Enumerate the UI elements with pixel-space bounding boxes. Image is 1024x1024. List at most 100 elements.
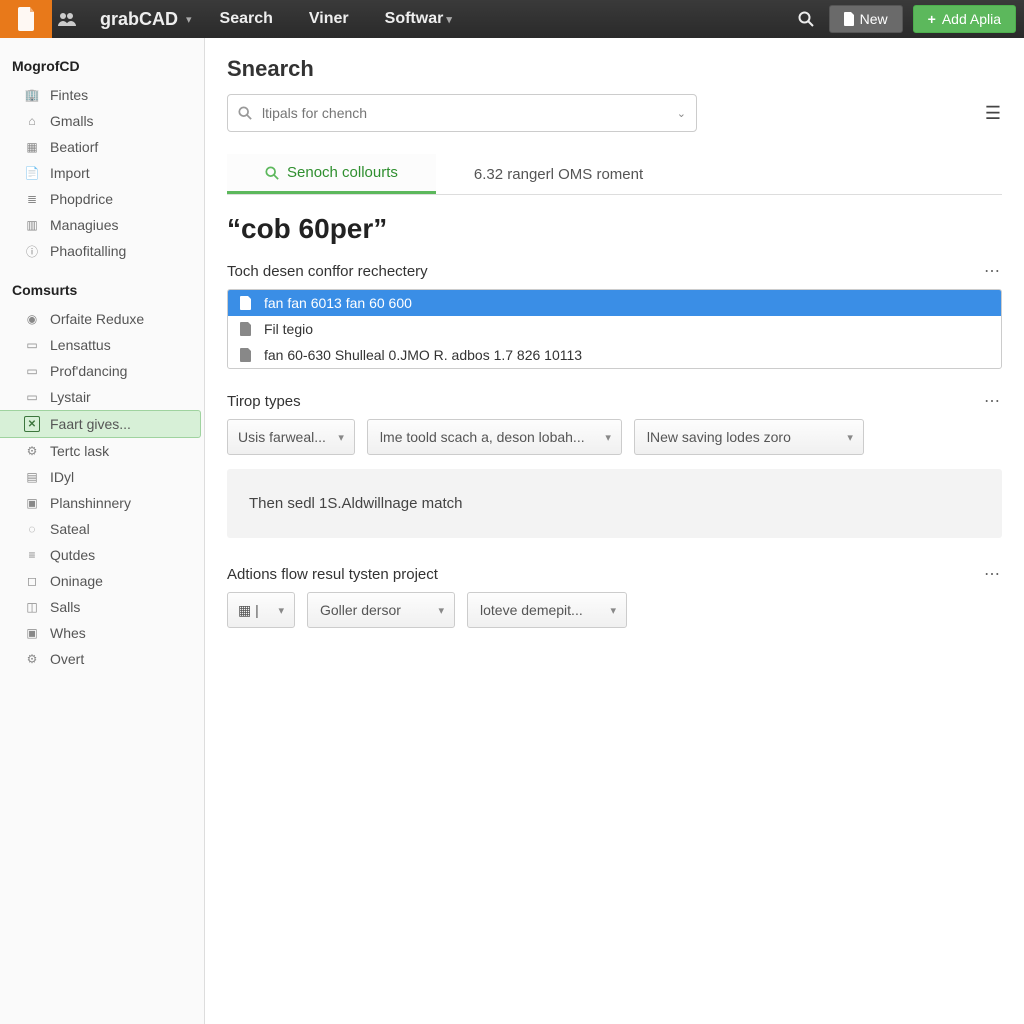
new-button[interactable]: New xyxy=(829,5,903,33)
sidebar-item-label: Lensattus xyxy=(50,337,111,353)
sidebar-item-label: Salls xyxy=(50,599,80,615)
sidebar-item[interactable]: ≣Phopdrice xyxy=(0,186,204,212)
sidebar: MogrofCD 🏢Fintes⌂Gmalls▦Beatiorf📄Import≣… xyxy=(0,38,205,1024)
building-icon: 🏢 xyxy=(24,87,40,103)
doc-icon: ▤ xyxy=(24,469,40,485)
sidebar-item-label: Orfaite Reduxe xyxy=(50,311,144,327)
sidebar-item[interactable]: ▤ IDyl xyxy=(0,464,204,490)
page-title: Snearch xyxy=(227,56,1002,82)
nav-search[interactable]: Search xyxy=(220,10,273,28)
sidebar-item[interactable]: ✕Faart gives... xyxy=(0,410,201,438)
search-icon[interactable] xyxy=(789,5,823,33)
sidebar-item[interactable]: ▥ Managiues xyxy=(0,212,204,238)
sidebar-item[interactable]: ▭ Lystair xyxy=(0,384,204,410)
sidebar-item[interactable]: 📄 Import xyxy=(0,160,204,186)
sidebar-item[interactable]: ⚙ Tertc lask xyxy=(0,438,204,464)
view-toggle[interactable]: ▦ | xyxy=(227,592,295,628)
topbar: grabCAD ▾ Search Viner Softwar New + Add… xyxy=(0,0,1024,38)
logo-icon xyxy=(16,7,36,31)
filter-select[interactable]: lNew saving lodes zoro xyxy=(634,419,864,455)
filter-select[interactable]: lme toold scach a, deson lobah... xyxy=(367,419,622,455)
app-logo[interactable] xyxy=(0,0,52,38)
more-icon[interactable]: ⋯ xyxy=(984,564,1002,584)
tabs: Senoch collourts 6.32 rangerl OMS roment xyxy=(227,154,1002,195)
section-title: Adtions flow resul tysten project xyxy=(227,566,438,583)
tab-secondary[interactable]: 6.32 rangerl OMS roment xyxy=(436,154,681,194)
sidebar-item-label: Planshinnery xyxy=(50,495,131,511)
filter-row-1: Usis farweal... lme toold scach a, deson… xyxy=(227,419,1002,455)
content-area: Snearch ⌄ ☰ Senoch collourts 6.32 ranger… xyxy=(205,38,1024,1024)
sidebar-item[interactable]: ◉Orfaite Reduxe xyxy=(0,306,204,332)
tab-search-results[interactable]: Senoch collourts xyxy=(227,154,436,194)
list-icon: ≡ xyxy=(24,547,40,563)
info-icon: ⓘ xyxy=(24,243,40,259)
tab-label: Senoch collourts xyxy=(287,164,398,181)
sidebar-item[interactable]: ▭ Lensattus xyxy=(0,332,204,358)
search-box[interactable]: ⌄ xyxy=(227,94,697,132)
result-row[interactable]: Fil tegio xyxy=(228,316,1001,342)
section-title: Tirop types xyxy=(227,393,301,410)
result-label: fan 60-630 Shulleal 0.JMO R. adbos 1.7 8… xyxy=(264,347,582,363)
home-icon: ⌂ xyxy=(24,113,40,129)
sidebar-item[interactable]: ▭Prof'dancing xyxy=(0,358,204,384)
file-icon xyxy=(240,296,254,310)
sidebar-heading-2: Comsurts xyxy=(0,276,204,306)
add-button-label: Add Aplia xyxy=(942,11,1001,27)
brand-name[interactable]: grabCAD xyxy=(100,9,178,30)
sidebar-item-label: IDyl xyxy=(50,469,74,485)
sidebar-item-label: Whes xyxy=(50,625,86,641)
filter-select[interactable]: Usis farweal... xyxy=(227,419,355,455)
sidebar-item-label: Lystair xyxy=(50,389,91,405)
search-icon xyxy=(238,106,252,120)
search-icon xyxy=(265,166,279,180)
sidebar-item[interactable]: ▣ Planshinnery xyxy=(0,490,204,516)
column-icon: ▥ xyxy=(24,217,40,233)
briefcase-icon: ▣ xyxy=(24,625,40,641)
bulb-icon: ◌ xyxy=(24,521,40,537)
sidebar-item-label: Phaofitalling xyxy=(50,243,126,259)
hamburger-icon[interactable]: ☰ xyxy=(985,103,1002,124)
sidebar-item[interactable]: ≡Qutdes xyxy=(0,542,204,568)
filter-select[interactable]: Goller dersor xyxy=(307,592,455,628)
sidebar-item[interactable]: ▣ Whes xyxy=(0,620,204,646)
sidebar-item[interactable]: ◌ Sateal xyxy=(0,516,204,542)
sidebar-item[interactable]: ⓘ Phaofitalling xyxy=(0,238,204,264)
result-list: fan fan 6013 fan 60 600Fil tegio fan 60-6… xyxy=(227,289,1002,369)
sidebar-item[interactable]: ▦ Beatiorf xyxy=(0,134,204,160)
sidebar-item[interactable]: ◻ Oninage xyxy=(0,568,204,594)
chevron-down-icon[interactable]: ▾ xyxy=(186,13,192,26)
sidebar-item-label: Phopdrice xyxy=(50,191,113,207)
sidebar-item-label: Import xyxy=(50,165,90,181)
sidebar-item-label: Overt xyxy=(50,651,84,667)
add-button[interactable]: + Add Aplia xyxy=(913,5,1016,33)
folder-icon: ▭ xyxy=(24,389,40,405)
briefcase-icon: ▣ xyxy=(24,495,40,511)
people-icon[interactable] xyxy=(52,0,82,38)
filter-select[interactable]: loteve demepit... xyxy=(467,592,627,628)
search-input[interactable] xyxy=(262,105,667,121)
sidebar-item-label: Sateal xyxy=(50,521,90,537)
nav-viner[interactable]: Viner xyxy=(309,10,349,28)
sidebar-item-label: Prof'dancing xyxy=(50,363,127,379)
result-row[interactable]: fan 60-630 Shulleal 0.JMO R. adbos 1.7 8… xyxy=(228,342,1001,368)
more-icon[interactable]: ⋯ xyxy=(984,391,1002,411)
sidebar-item[interactable]: ◫Salls xyxy=(0,594,204,620)
tab-label: 6.32 rangerl OMS roment xyxy=(474,166,643,183)
sidebar-item[interactable]: ⌂Gmalls xyxy=(0,108,204,134)
result-row[interactable]: fan fan 6013 fan 60 600 xyxy=(228,290,1001,316)
new-button-label: New xyxy=(860,11,888,27)
sidebar-item-label: Tertc lask xyxy=(50,443,109,459)
chevron-down-icon[interactable]: ⌄ xyxy=(677,107,686,120)
sidebar-item-label: Managiues xyxy=(50,217,119,233)
gear-icon: ⚙ xyxy=(24,443,40,459)
folder-icon: ▭ xyxy=(24,337,40,353)
more-icon[interactable]: ⋯ xyxy=(984,261,1002,281)
grid-icon: ▦ xyxy=(24,139,40,155)
box-icon: ◻ xyxy=(24,573,40,589)
sidebar-item-label: Beatiorf xyxy=(50,139,98,155)
nav-softwar[interactable]: Softwar xyxy=(385,10,452,28)
file-icon: 📄 xyxy=(24,165,40,181)
sidebar-item[interactable]: 🏢Fintes xyxy=(0,82,204,108)
sidebar-item[interactable]: ⚙Overt xyxy=(0,646,204,672)
sidebar-item-label: Oninage xyxy=(50,573,103,589)
